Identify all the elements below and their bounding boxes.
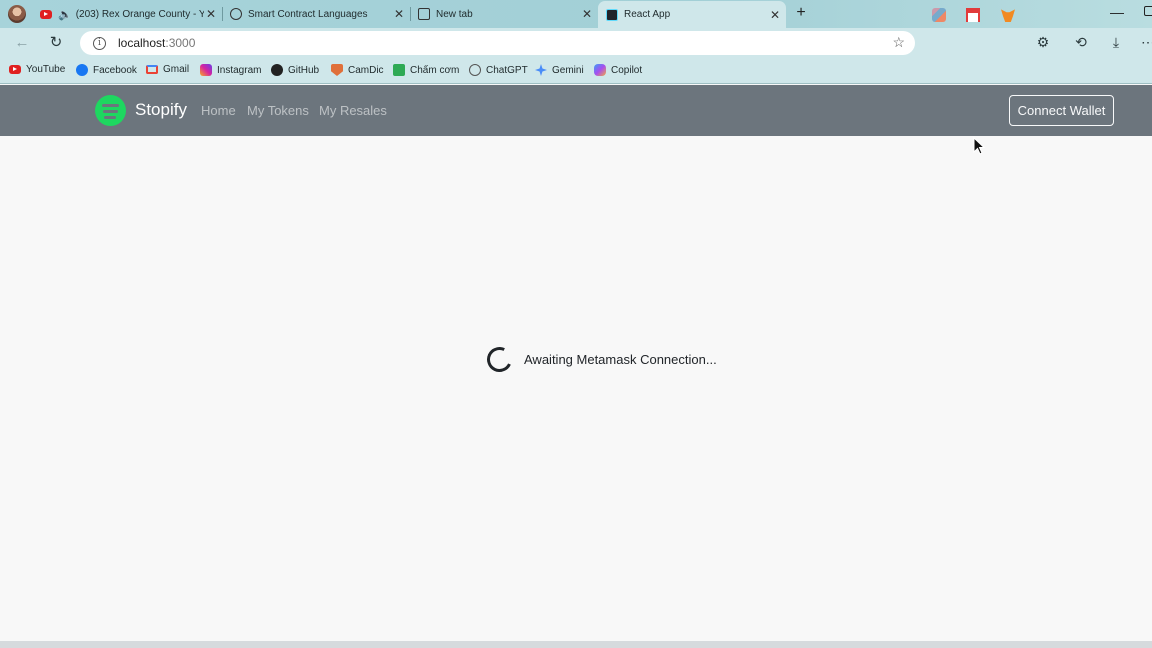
newtab-icon — [418, 8, 430, 20]
more-menu-icon[interactable]: ⋯ — [1140, 34, 1152, 51]
mouse-cursor-icon — [973, 137, 986, 155]
extensions-puzzle-icon[interactable]: ⚙ — [1035, 34, 1051, 51]
minimize-icon[interactable]: — — [1110, 4, 1124, 20]
youtube-icon — [9, 65, 21, 74]
chatgpt-icon — [469, 64, 481, 76]
tab-smart-contract[interactable]: Smart Contract Languages ✕ — [222, 2, 410, 26]
bookmark-youtube[interactable]: YouTube — [9, 64, 65, 75]
instagram-icon — [200, 64, 212, 76]
copilot-icon — [594, 64, 606, 76]
gemini-icon — [535, 64, 547, 76]
bookmark-facebook[interactable]: Facebook — [76, 64, 137, 76]
bookmark-chatgpt[interactable]: ChatGPT — [469, 64, 528, 76]
sheets-icon — [393, 64, 405, 76]
gmail-icon — [146, 65, 158, 74]
close-tab-icon[interactable]: ✕ — [768, 8, 782, 22]
loading-spinner-icon — [483, 343, 516, 376]
url-text[interactable]: localhost:3000 — [118, 36, 195, 50]
bookmark-cham-com[interactable]: Chấm cơm — [393, 64, 459, 76]
app-navbar: Stopify Home My Tokens My Resales Connec… — [0, 85, 1152, 136]
close-tab-icon[interactable]: ✕ — [580, 7, 594, 21]
bookmarks-bar: YouTube Facebook Gmail Instagram GitHub … — [0, 58, 1152, 84]
tab-title: (203) Rex Orange County - Y — [75, 8, 204, 20]
browser-toolbar: ← ↻ i localhost:3000 ☆ — [0, 28, 1152, 58]
bookmark-instagram[interactable]: Instagram — [200, 64, 261, 76]
address-bar[interactable]: i localhost:3000 ☆ — [80, 31, 915, 55]
back-button[interactable]: ← — [12, 33, 32, 53]
tab-title: React App — [624, 9, 671, 20]
connect-wallet-button[interactable]: Connect Wallet — [1009, 95, 1114, 126]
taskbar-edge — [0, 641, 1152, 648]
nav-link-home[interactable]: Home — [201, 103, 236, 118]
speaker-icon[interactable]: 🔈 — [58, 8, 72, 21]
loading-message: Awaiting Metamask Connection... — [524, 352, 717, 367]
history-icon[interactable]: ⟲ — [1073, 34, 1089, 51]
tab-new-tab[interactable]: New tab ✕ — [410, 2, 598, 26]
maximize-icon[interactable] — [1144, 6, 1152, 16]
tab-youtube[interactable]: 🔈 (203) Rex Orange County - Y ✕ — [32, 2, 222, 26]
extension-icon[interactable] — [932, 8, 946, 22]
bookmark-gemini[interactable]: Gemini — [535, 64, 584, 76]
camdic-icon — [331, 64, 343, 76]
nav-link-my-resales[interactable]: My Resales — [319, 103, 387, 118]
bookmark-copilot[interactable]: Copilot — [594, 64, 642, 76]
profile-avatar[interactable] — [8, 5, 26, 23]
github-icon — [271, 64, 283, 76]
tab-title: Smart Contract Languages — [248, 8, 368, 20]
extension-icon[interactable] — [966, 8, 980, 22]
spotify-logo-icon[interactable] — [95, 95, 126, 126]
tab-title: New tab — [436, 8, 473, 20]
close-tab-icon[interactable]: ✕ — [392, 7, 406, 21]
react-icon — [606, 8, 618, 21]
download-icon[interactable]: ⤓ — [1108, 34, 1124, 51]
youtube-icon — [40, 9, 52, 19]
bookmark-gmail[interactable]: Gmail — [146, 64, 189, 75]
chatgpt-icon — [230, 8, 242, 20]
new-tab-button[interactable]: + — [792, 4, 810, 22]
bookmark-camdic[interactable]: CamDic — [331, 64, 384, 76]
bookmark-github[interactable]: GitHub — [271, 64, 319, 76]
bookmark-star-icon[interactable]: ☆ — [892, 34, 905, 51]
reload-button[interactable]: ↻ — [46, 33, 66, 53]
tab-react-app[interactable]: React App ✕ — [598, 1, 786, 28]
brand-name[interactable]: Stopify — [135, 100, 187, 120]
site-info-icon[interactable]: i — [93, 36, 106, 50]
facebook-icon — [76, 64, 88, 76]
close-tab-icon[interactable]: ✕ — [204, 7, 218, 21]
nav-link-my-tokens[interactable]: My Tokens — [247, 103, 309, 118]
